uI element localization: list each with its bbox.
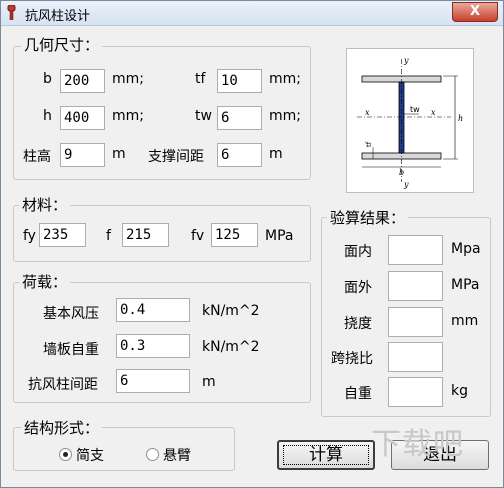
- brace-spacing-input[interactable]: 6: [217, 143, 262, 167]
- tw-label: tw: [195, 108, 212, 124]
- x-label-right: x: [431, 108, 436, 117]
- title-bar: 抗风柱设计 X: [1, 1, 503, 26]
- y-label-bottom: y: [403, 180, 409, 189]
- fv-unit: MPa: [265, 228, 294, 244]
- tw-input[interactable]: 6: [217, 106, 262, 130]
- brace-spacing-label: 支撑间距: [148, 149, 204, 165]
- wind-pressure-input[interactable]: 0.4: [116, 298, 190, 322]
- wall-weight-unit: kN/m^2: [202, 339, 260, 355]
- close-button[interactable]: X: [452, 2, 498, 22]
- wind-pressure-label: 基本风压: [43, 306, 99, 322]
- column-height-unit: m: [112, 146, 126, 162]
- self-weight-unit: kg: [451, 383, 468, 399]
- b-input[interactable]: 200: [60, 69, 105, 93]
- cantilever-label[interactable]: 悬臂: [163, 445, 191, 465]
- structure-legend: 结构形式：: [21, 417, 103, 438]
- deflection-output[interactable]: [388, 307, 443, 337]
- out-plane-unit: MPa: [451, 277, 480, 293]
- tf-input[interactable]: 10: [217, 69, 262, 93]
- f-label: f: [106, 228, 111, 244]
- self-weight-output[interactable]: [388, 377, 443, 407]
- h-label: h: [43, 108, 52, 124]
- out-plane-output[interactable]: [388, 271, 443, 301]
- x-label-left: x: [365, 108, 370, 117]
- fy-label: fy: [23, 228, 36, 244]
- b-unit: mm;: [112, 71, 144, 87]
- tf-unit: mm;: [269, 71, 301, 87]
- simple-support-label[interactable]: 简支: [76, 445, 104, 465]
- focus-indicator: [283, 445, 369, 465]
- wall-weight-input[interactable]: 0.3: [116, 334, 190, 358]
- b-label: b: [43, 71, 52, 87]
- wind-pressure-unit: kN/m^2: [202, 303, 260, 319]
- calculate-button[interactable]: 计算: [277, 440, 375, 470]
- self-weight-label: 自重: [344, 386, 372, 402]
- deflection-label: 挠度: [344, 316, 372, 332]
- material-legend: 材料：: [19, 194, 71, 215]
- column-height-label: 柱高: [23, 149, 51, 165]
- fy-input[interactable]: 235: [39, 223, 86, 247]
- app-window: 抗风柱设计 X 几何尺寸： b 200 mm; tf 10 mm; h 400 …: [0, 0, 504, 488]
- span-ratio-output[interactable]: [388, 342, 443, 372]
- i-beam-section-diagram: y y x x tw tf b h: [346, 48, 474, 193]
- tf-label: tf: [195, 71, 206, 87]
- fv-input[interactable]: 125: [211, 223, 258, 247]
- column-height-input[interactable]: 9: [60, 143, 105, 167]
- tw-label-diagram: tw: [410, 105, 420, 114]
- results-legend: 验算结果：: [327, 207, 409, 228]
- tw-unit: mm;: [269, 108, 301, 124]
- in-plane-output[interactable]: [388, 235, 443, 265]
- span-ratio-label: 跨挠比: [331, 351, 373, 367]
- app-icon: [7, 5, 16, 20]
- column-spacing-unit: m: [202, 374, 216, 390]
- out-plane-label: 面外: [344, 280, 372, 296]
- in-plane-unit: Mpa: [451, 241, 481, 257]
- watermark-logo: 下载吧: [371, 427, 464, 462]
- geometry-legend: 几何尺寸：: [21, 34, 103, 55]
- radio-simple-support[interactable]: [59, 448, 72, 461]
- f-input[interactable]: 215: [122, 223, 169, 247]
- h-label-diagram: h: [458, 114, 463, 123]
- column-spacing-input[interactable]: 6: [116, 369, 190, 393]
- window-title: 抗风柱设计: [25, 9, 91, 24]
- deflection-unit: mm: [451, 313, 479, 329]
- in-plane-label: 面内: [344, 244, 372, 260]
- column-spacing-label: 抗风柱间距: [28, 377, 98, 393]
- wall-weight-label: 墙板自重: [43, 342, 99, 358]
- h-unit: mm;: [112, 108, 144, 124]
- radio-selected-dot: [63, 452, 68, 457]
- b-label-diagram: b: [399, 168, 404, 177]
- fv-label: fv: [191, 228, 205, 244]
- radio-cantilever[interactable]: [146, 448, 159, 461]
- h-input[interactable]: 400: [60, 106, 105, 130]
- y-label-top: y: [403, 56, 409, 65]
- brace-spacing-unit: m: [269, 146, 283, 162]
- load-legend: 荷载：: [19, 271, 71, 292]
- tf-label-diagram: tf: [365, 141, 373, 147]
